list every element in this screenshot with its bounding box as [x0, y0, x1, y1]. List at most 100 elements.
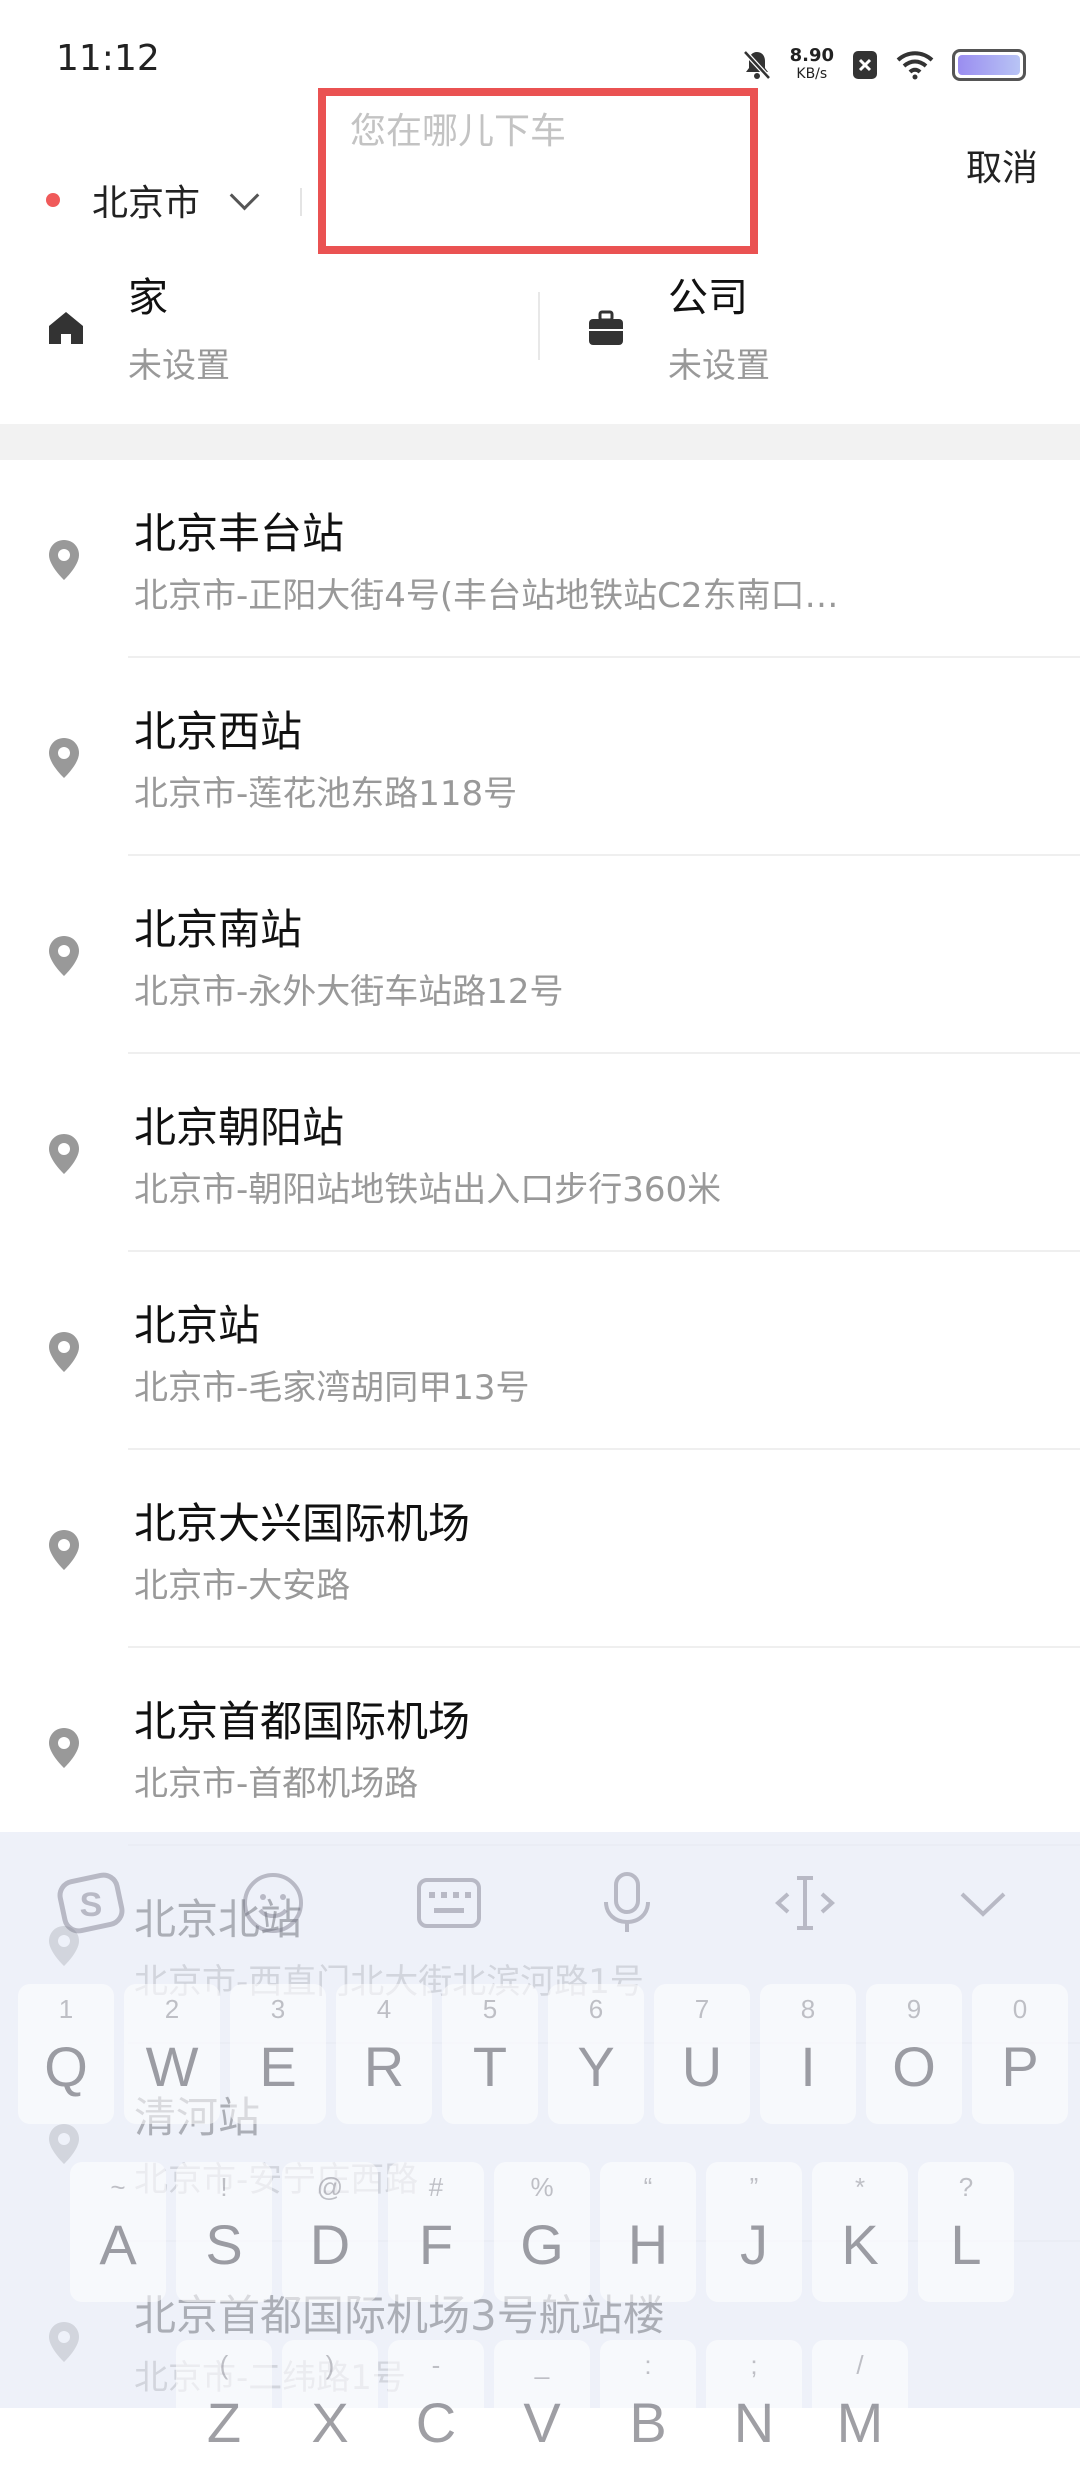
- place-address: 北京市-朝阳站地铁站出入口步行360米: [134, 1170, 722, 1210]
- key-symbol: 4: [376, 1994, 392, 2024]
- key-letter: X: [311, 2391, 349, 2454]
- collapse-keyboard-icon[interactable]: [948, 1868, 1018, 1938]
- key-symbol: @: [316, 2172, 344, 2202]
- place-address: 北京市-莲花池东路118号: [134, 774, 518, 814]
- key-z[interactable]: (Z: [176, 2340, 272, 2480]
- key-g[interactable]: % G: [494, 2162, 590, 2302]
- key-symbol: 2: [164, 1994, 180, 2024]
- place-address: 北京市-正阳大街4号(丰台站地铁站C2东南口…: [134, 576, 839, 616]
- key-letter: S: [205, 2213, 243, 2276]
- key-letter: T: [472, 2035, 508, 2098]
- key-i[interactable]: 8I: [760, 1984, 856, 2124]
- key-symbol: *: [854, 2172, 866, 2202]
- key-symbol: /: [856, 2350, 864, 2380]
- key-u[interactable]: 7U: [654, 1984, 750, 2124]
- company-subtitle: 未设置: [668, 346, 770, 386]
- key-v[interactable]: _ V: [494, 2340, 590, 2480]
- key-e[interactable]: 3E: [230, 1984, 326, 2124]
- key-symbol: ;: [750, 2350, 758, 2380]
- key-symbol: #: [428, 2172, 444, 2202]
- city-selector[interactable]: 北京市: [46, 160, 260, 240]
- key-letter: D: [309, 2213, 351, 2276]
- sim-off-icon: [853, 51, 877, 79]
- key-x[interactable]: ) X: [282, 2340, 378, 2480]
- key-symbol: ~: [110, 2172, 126, 2202]
- key-letter: E: [259, 2035, 297, 2098]
- list-item[interactable]: 北京西站北京市-莲花池东路118号: [0, 658, 1080, 856]
- network-speed: 8.90 KB/s: [790, 46, 834, 84]
- key-letter: H: [627, 2213, 669, 2276]
- key-q[interactable]: 1Q: [18, 1984, 114, 2124]
- key-o[interactable]: 9O: [866, 1984, 962, 2124]
- destination-search-input[interactable]: [318, 88, 758, 254]
- key-l[interactable]: ? L: [918, 2162, 1014, 2302]
- key-n[interactable]: ; N: [706, 2340, 802, 2480]
- key-symbol: 1: [58, 1994, 74, 2024]
- location-pin-icon: [49, 1530, 79, 1570]
- key-s[interactable]: ! S: [176, 2162, 272, 2302]
- key-letter: O: [892, 2035, 936, 2098]
- key-p[interactable]: 0P: [972, 1984, 1068, 2124]
- list-item[interactable]: 北京站 北京市-毛家湾胡同甲13号: [0, 1252, 1080, 1450]
- key-r[interactable]: 4R: [336, 1984, 432, 2124]
- key-symbol: !: [220, 2172, 228, 2202]
- key-j[interactable]: ” J: [706, 2162, 802, 2302]
- place-name: 北京首都国际机场: [134, 1697, 471, 1746]
- list-item[interactable]: 北京朝阳站 北京市-朝阳站地铁站出入口步行360米: [0, 1054, 1080, 1252]
- key-c[interactable]: -C: [388, 2340, 484, 2480]
- company-shortcut[interactable]: 公司 未设置: [540, 260, 1080, 424]
- key-h[interactable]: “H: [600, 2162, 696, 2302]
- company-title: 公司: [668, 275, 748, 321]
- home-title: 家: [128, 275, 168, 321]
- key-letter: C: [415, 2391, 457, 2454]
- key-y[interactable]: 6Y: [548, 1984, 644, 2124]
- key-b[interactable]: :B: [600, 2340, 696, 2480]
- key-letter: F: [418, 2213, 454, 2276]
- list-item[interactable]: 北京首都国际机场北京市-首都机场路: [0, 1648, 1080, 1846]
- key-d[interactable]: @ D: [282, 2162, 378, 2302]
- key-f[interactable]: # F: [388, 2162, 484, 2302]
- keyboard-toolbar: S: [0, 1832, 1080, 1972]
- speed-value: 8.90: [789, 45, 834, 66]
- key-symbol: 0: [1012, 1994, 1028, 2024]
- key-w[interactable]: 2W: [124, 1984, 220, 2124]
- keyboard-icon[interactable]: [414, 1868, 484, 1938]
- list-item[interactable]: 北京丰台站北京市-正阳大街4号(丰台站地铁站C2东南口…: [0, 460, 1080, 658]
- home-subtitle: 未设置: [128, 346, 230, 386]
- key-m[interactable]: / M: [812, 2340, 908, 2480]
- sogou-logo-icon[interactable]: S: [56, 1868, 126, 1938]
- key-letter: R: [363, 2035, 405, 2098]
- key-k[interactable]: * K: [812, 2162, 908, 2302]
- divider: [300, 188, 302, 216]
- location-pin-icon: [49, 540, 79, 580]
- key-letter: I: [800, 2035, 816, 2098]
- key-symbol: ?: [958, 2172, 974, 2202]
- key-t[interactable]: 5T: [442, 1984, 538, 2124]
- key-letter: W: [145, 2035, 199, 2098]
- list-item[interactable]: 北京大兴国际机场 北京市-大安路: [0, 1450, 1080, 1648]
- key-letter: Q: [44, 2035, 88, 2098]
- emoji-icon[interactable]: [238, 1868, 308, 1938]
- place-name: 北京西站: [134, 707, 303, 756]
- key-letter: P: [1001, 2035, 1039, 2098]
- home-shortcut[interactable]: 家 未设置: [0, 260, 538, 424]
- microphone-icon[interactable]: [592, 1868, 662, 1938]
- key-letter: J: [740, 2213, 768, 2276]
- place-name: 北京站: [134, 1301, 261, 1350]
- key-letter: Z: [206, 2391, 242, 2454]
- cancel-button[interactable]: 取消: [960, 138, 1044, 192]
- soft-keyboard: S 1Q2W3E4R5T6Y7U8I9O0P ~A!S@D#F%G: [0, 1832, 1080, 2480]
- chevron-down-icon: [229, 180, 260, 210]
- location-pin-icon: [49, 738, 79, 778]
- city-name: 北京市: [92, 183, 201, 224]
- section-separator: [0, 424, 1080, 460]
- key-symbol: _: [534, 2350, 550, 2380]
- cursor-move-icon[interactable]: [770, 1868, 840, 1938]
- battery-icon: [952, 49, 1026, 81]
- key-letter: Y: [577, 2035, 615, 2098]
- location-pin-icon: [49, 936, 79, 976]
- place-name: 北京丰台站: [134, 509, 345, 558]
- list-item[interactable]: 北京南站 北京市-永外大街车站路12号: [0, 856, 1080, 1054]
- key-a[interactable]: ~ A: [70, 2162, 166, 2302]
- place-address: 北京市-首都机场路: [134, 1764, 419, 1804]
